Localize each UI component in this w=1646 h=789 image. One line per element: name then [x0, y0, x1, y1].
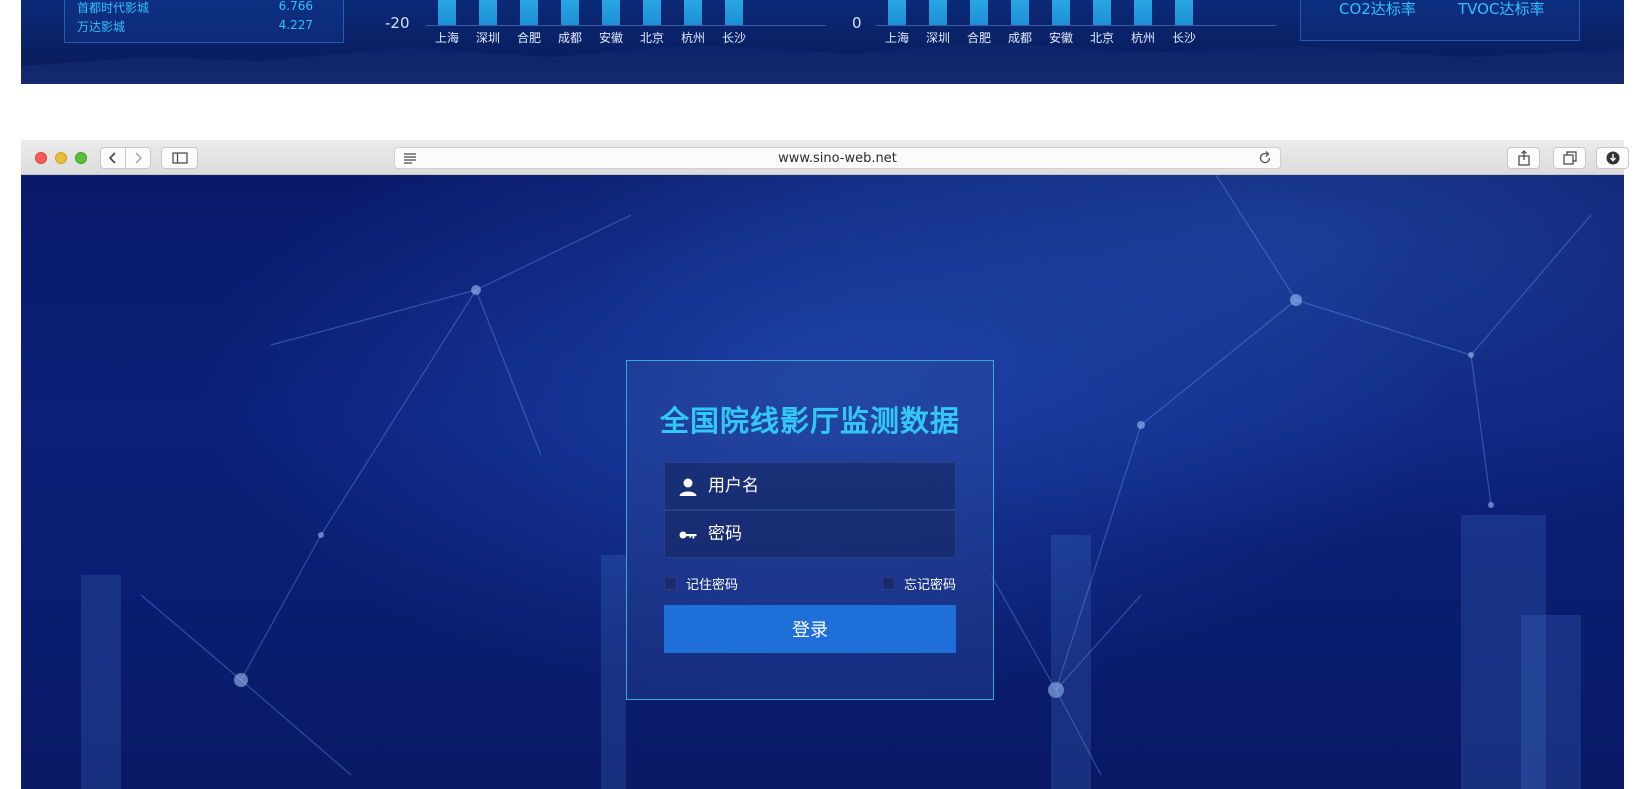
username-input[interactable]: [708, 463, 948, 509]
chart1-bar: [684, 0, 702, 25]
chart1-baseline: [426, 25, 826, 26]
tabs-icon: [1562, 151, 1577, 165]
chart1-category-label: 长沙: [721, 31, 746, 45]
user-icon: [679, 478, 697, 496]
remember-password-checkbox[interactable]: [664, 577, 677, 590]
chart1-category-label: 北京: [639, 31, 664, 45]
chevron-left-icon: [108, 152, 116, 164]
remember-password-option[interactable]: 记住密码: [664, 574, 738, 593]
back-button[interactable]: [101, 148, 125, 168]
chart1-category-label: 安徽: [598, 31, 623, 45]
chart2-category-label: 上海: [884, 31, 909, 45]
chart2-category-label: 成都: [1007, 31, 1032, 45]
ranking-row: 万达影城 4.227: [77, 18, 313, 36]
zoom-window-button[interactable]: [75, 152, 87, 164]
chart2-bar: [1011, 0, 1029, 25]
chart1-bar: [520, 0, 538, 25]
share-button[interactable]: [1507, 147, 1540, 169]
chart1-category-label: 合肥: [516, 31, 541, 45]
forgot-password-option[interactable]: 忘记密码: [882, 574, 956, 593]
ranking-value: 4.227: [278, 18, 313, 32]
chart2-bar: [1134, 0, 1152, 25]
chart2-bar: [929, 0, 947, 25]
address-bar[interactable]: www.sino-web.net: [394, 147, 1281, 169]
chart2-bar: [888, 0, 906, 25]
chart1-bar: [643, 0, 661, 25]
forgot-password-checkbox[interactable]: [882, 577, 895, 590]
tabs-overview-button[interactable]: [1553, 147, 1586, 169]
ranking-name: 首都时代影城: [77, 1, 150, 15]
share-icon: [1517, 150, 1530, 166]
ranking-value: 6.766: [278, 0, 313, 13]
remember-password-label: 记住密码: [686, 578, 739, 593]
chart2-ytick: 0: [852, 14, 862, 32]
ranking-row: 首都时代影城 6.766: [77, 0, 313, 17]
download-icon: [1606, 151, 1619, 165]
chart1-bar: [602, 0, 620, 25]
password-input[interactable]: [708, 511, 948, 557]
chart1-bar: [561, 0, 579, 25]
tvoc-rate-label: TVOC达标率: [1458, 0, 1545, 18]
downloads-button[interactable]: [1596, 147, 1629, 169]
ranking-name: 万达影城: [77, 20, 126, 34]
reload-icon[interactable]: [1258, 150, 1272, 166]
standard-rate-panel: CO2达标率 TVOC达标率: [1300, 0, 1580, 41]
chart2-bar: [1052, 0, 1070, 25]
url-text[interactable]: www.sino-web.net: [395, 151, 1280, 166]
chart2-category-label: 杭州: [1130, 31, 1155, 45]
chart2-bar: [1093, 0, 1111, 25]
chart1: 上海 深圳 合肥 成都 安徽 北京 杭州 长沙: [426, 0, 826, 50]
chart1-bar: [438, 0, 456, 25]
navigation-buttons: [100, 147, 151, 169]
chevron-right-icon: [135, 152, 143, 164]
login-button[interactable]: 登录: [664, 605, 956, 653]
chart2-baseline: [876, 25, 1276, 26]
password-field: [664, 510, 956, 558]
chart1-category-label: 杭州: [680, 31, 705, 45]
chart1-category-label: 上海: [434, 31, 459, 45]
chart1-category-label: 深圳: [475, 31, 500, 45]
forgot-password-label: 忘记密码: [904, 578, 957, 593]
chart1-category-label: 成都: [557, 31, 582, 45]
sidebar-toggle-button[interactable]: [161, 147, 198, 169]
minimize-window-button[interactable]: [55, 152, 67, 164]
chart1-ytick: -20: [385, 14, 410, 32]
dashboard-preview: 首都时代影城 6.766 万达影城 4.227 -20 上海 深圳 合肥 成都 安徽 北京…: [21, 0, 1624, 84]
chart2-category-label: 长沙: [1171, 31, 1196, 45]
sidebar-icon: [171, 152, 188, 164]
chart2-category-label: 深圳: [925, 31, 950, 45]
co2-rate-label: CO2达标率: [1339, 0, 1416, 18]
key-icon: [679, 531, 697, 539]
login-panel: 全国院线影厅监测数据 记住密码: [626, 360, 994, 700]
browser-toolbar: www.sino-web.net: [21, 140, 1629, 175]
chart2-category-label: 安徽: [1048, 31, 1073, 45]
chart2-category-label: 合肥: [966, 31, 991, 45]
chart1-bar: [479, 0, 497, 25]
close-window-button[interactable]: [35, 152, 47, 164]
chart2: 上海 深圳 合肥 成都 安徽 北京 杭州 长沙: [876, 0, 1276, 50]
username-field: [664, 462, 956, 510]
forward-button[interactable]: [126, 148, 150, 168]
page-viewport: 全国院线影厅监测数据 记住密码: [21, 175, 1624, 789]
chart2-category-label: 北京: [1089, 31, 1114, 45]
login-title: 全国院线影厅监测数据: [659, 404, 960, 438]
ranking-panel: 首都时代影城 6.766 万达影城 4.227: [64, 0, 344, 43]
chart1-bar: [725, 0, 743, 25]
browser-window: www.sino-web.net 全国院线影厅监测数据 用户名 记住密码 忘记密…: [21, 140, 1629, 789]
chart2-bar: [970, 0, 988, 25]
chart2-bar: [1175, 0, 1193, 25]
